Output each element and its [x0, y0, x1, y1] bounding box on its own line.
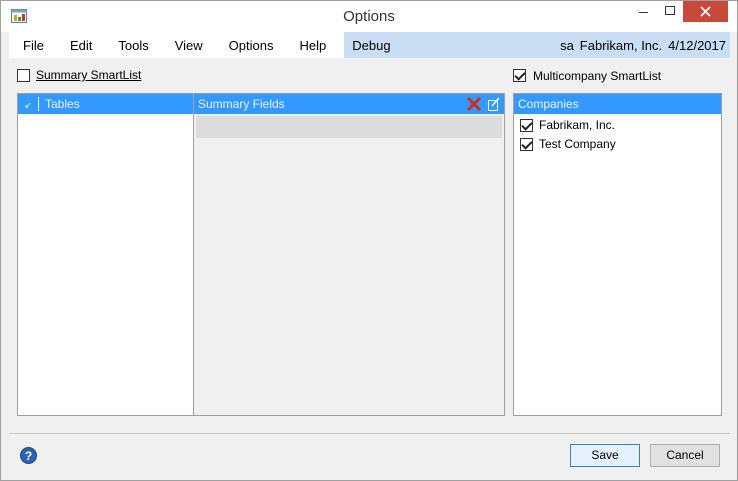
companies-panel: Companies Fabrikam, Inc. Test Company: [513, 93, 722, 416]
help-icon[interactable]: ?: [20, 447, 37, 464]
cancel-button[interactable]: Cancel: [650, 444, 720, 467]
close-button[interactable]: [683, 1, 728, 22]
session-info: sa Fabrikam, Inc. 4/12/2017: [560, 32, 726, 58]
minimize-icon: [639, 12, 648, 13]
minimize-button[interactable]: [630, 1, 657, 22]
user-id: sa: [560, 37, 574, 53]
summary-fields-list: [194, 114, 504, 415]
footer-divider: [9, 433, 730, 434]
menu-help[interactable]: Help: [285, 38, 338, 53]
sort-arrow-icon: ↙: [24, 100, 32, 110]
close-icon: [700, 6, 711, 17]
menu-file[interactable]: File: [9, 38, 56, 53]
maximize-button[interactable]: [657, 1, 684, 22]
summary-fields-row[interactable]: [196, 116, 502, 138]
summary-smartlist-label: Summary SmartList: [36, 68, 142, 82]
summary-smartlist-checkbox[interactable]: [17, 69, 30, 82]
menu-items: File Edit Tools View Options Help Debug: [9, 32, 391, 58]
options-window: Options File Edit Tools View Options Hel…: [0, 0, 738, 481]
menu-options[interactable]: Options: [215, 38, 286, 53]
company-checkbox-fabrikam[interactable]: [520, 118, 533, 132]
summary-fields-header-label: Summary Fields: [198, 97, 285, 111]
menu-bar: File Edit Tools View Options Help Debug …: [9, 32, 730, 58]
title-bar: Options: [1, 1, 737, 32]
tables-panel: ↙ Tables: [17, 93, 194, 416]
user-date: 4/12/2017: [668, 37, 726, 53]
edit-icon[interactable]: [487, 96, 501, 112]
company-label-test-company: Test Company: [539, 137, 616, 151]
menu-tools[interactable]: Tools: [104, 38, 160, 53]
company-checkbox-test-company[interactable]: [520, 137, 533, 151]
company-name: Fabrikam, Inc.: [579, 37, 663, 53]
company-item-fabrikam[interactable]: Fabrikam, Inc.: [520, 116, 615, 134]
window-title: Options: [343, 8, 395, 25]
summary-fields-header: Summary Fields: [194, 94, 504, 114]
maximize-icon: [665, 6, 675, 15]
tables-header-label: Tables: [38, 97, 80, 111]
summary-fields-panel: Summary Fields: [193, 93, 505, 416]
tables-header: ↙ Tables: [18, 94, 193, 114]
company-item-test-company[interactable]: Test Company: [520, 135, 616, 153]
menu-debug[interactable]: Debug: [338, 38, 402, 53]
save-button[interactable]: Save: [570, 444, 640, 467]
companies-header: Companies: [514, 94, 721, 114]
multicompany-smartlist-label: Multicompany SmartList: [533, 69, 662, 83]
menu-edit[interactable]: Edit: [56, 38, 104, 53]
menu-view[interactable]: View: [161, 38, 215, 53]
company-label-fabrikam: Fabrikam, Inc.: [539, 118, 616, 132]
delete-icon[interactable]: [466, 96, 482, 112]
multicompany-smartlist-checkbox[interactable]: [513, 69, 526, 82]
